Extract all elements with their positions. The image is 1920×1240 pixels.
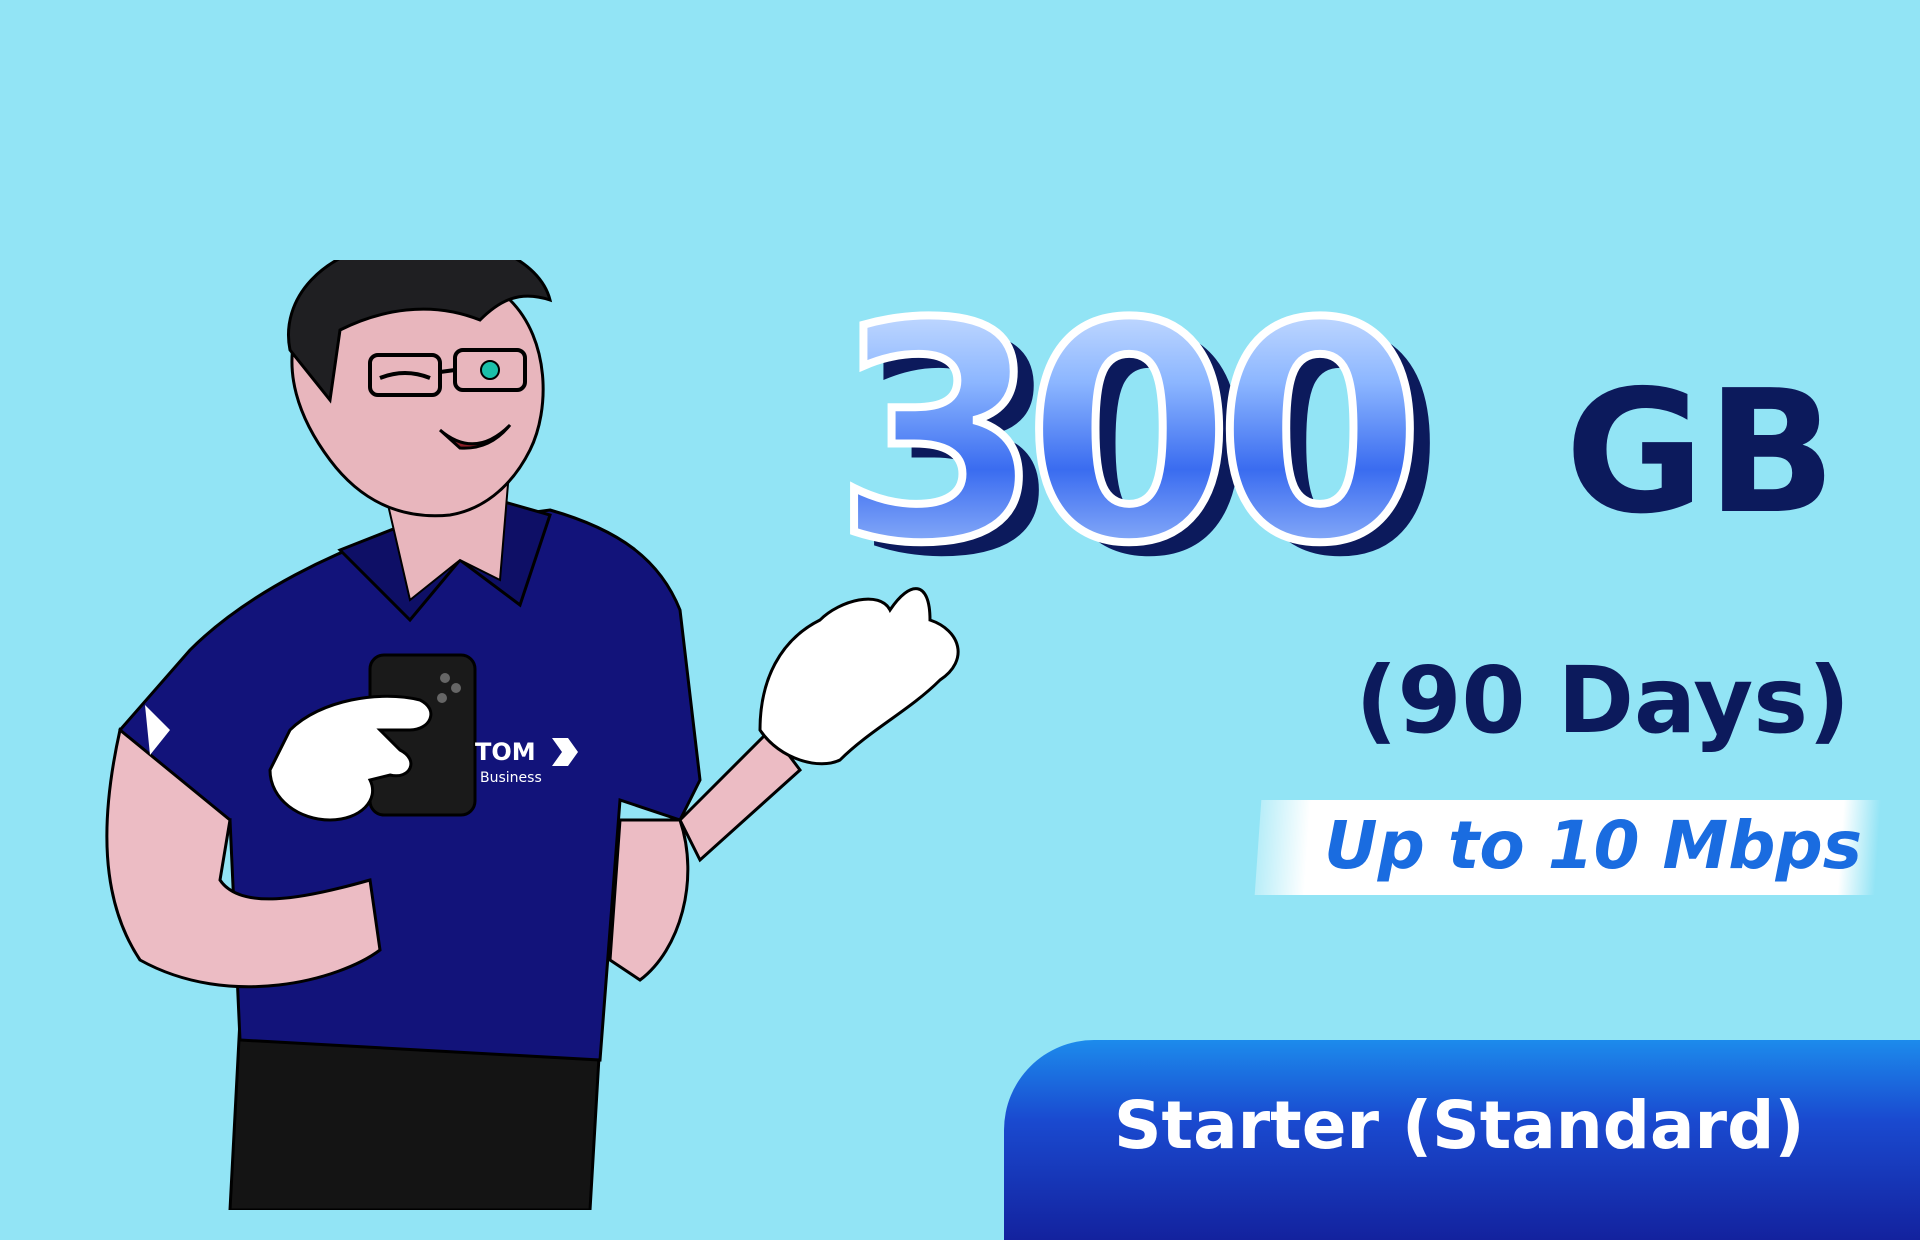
data-unit: GB <box>1565 354 1839 552</box>
shirt-logo-brand: TOM <box>475 738 536 766</box>
promo-banner: TOM Business 300 300 GB (90 Days) Up to … <box>0 0 1920 1240</box>
data-amount-headline: 300 300 GB <box>820 256 1880 623</box>
data-amount-number: 300 300 <box>820 256 1540 623</box>
shirt-logo-tagline: Business <box>480 770 542 786</box>
plan-duration: (90 Days) <box>1355 647 1851 754</box>
plan-speed: Up to 10 Mbps <box>1324 807 1862 884</box>
plan-name: Starter (Standard) <box>1114 1087 1805 1164</box>
data-amount-text: 300 <box>834 290 1412 600</box>
